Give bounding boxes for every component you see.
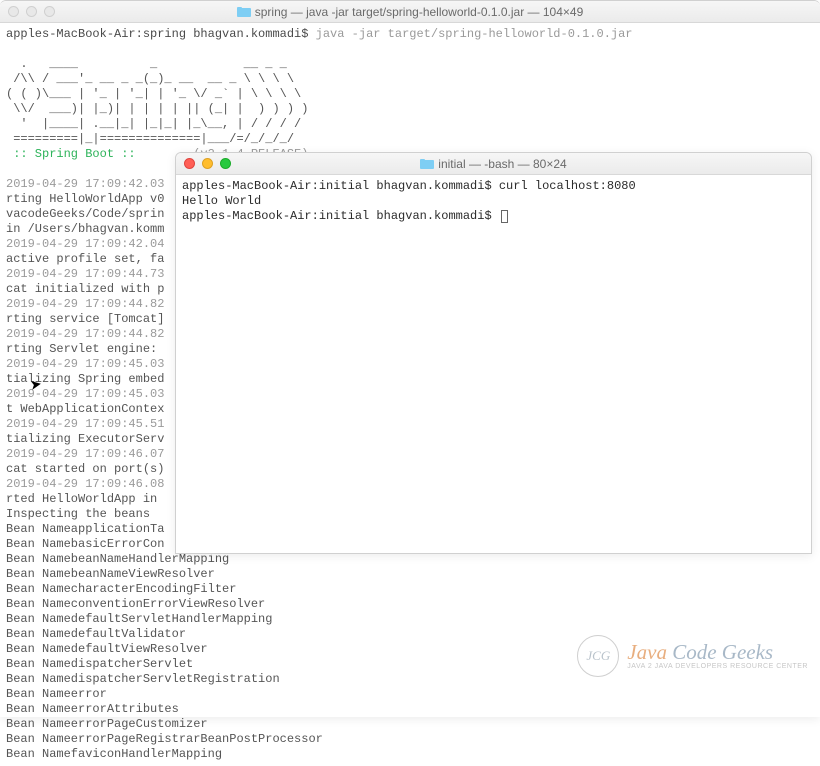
titlebar-front[interactable]: initial — -bash — 80×24 xyxy=(176,153,811,175)
watermark-badge-icon: JCG xyxy=(577,635,619,677)
watermark-text: Java Code Geeks JAVA 2 JAVA DEVELOPERS R… xyxy=(627,641,808,670)
traffic-lights-back xyxy=(8,6,55,17)
close-icon[interactable] xyxy=(184,158,195,169)
log-line: cat started on port(s) xyxy=(6,462,164,476)
log-line: tializing ExecutorServ xyxy=(6,432,164,446)
prompt-front-2: apples-MacBook-Air:initial bhagvan.komma… xyxy=(182,209,499,223)
maximize-icon[interactable] xyxy=(220,158,231,169)
log-line: Bean NamebeanNameHandlerMapping xyxy=(6,552,229,566)
log-line: in /Users/bhagvan.komm xyxy=(6,222,164,236)
prompt-back: apples-MacBook-Air:spring bhagvan.kommad… xyxy=(6,27,633,41)
terminal-window-initial[interactable]: initial — -bash — 80×24 apples-MacBook-A… xyxy=(175,152,812,554)
log-line: Bean Nameerror xyxy=(6,687,107,701)
log-line: Bean NameerrorPageCustomizer xyxy=(6,717,208,731)
log-line: Bean NamefaviconHandlerMapping xyxy=(6,747,222,761)
folder-icon xyxy=(237,6,251,17)
log-line: rting HelloWorldApp v0 xyxy=(6,192,164,206)
minimize-icon[interactable] xyxy=(26,6,37,17)
log-line: Bean NamedispatcherServletRegistration xyxy=(6,672,280,686)
log-line: rting Servlet engine: xyxy=(6,342,164,356)
close-icon[interactable] xyxy=(8,6,19,17)
ascii-art-line: =========|_|==============|___/=/_/_/_/ xyxy=(6,132,294,146)
traffic-lights-front xyxy=(184,158,231,169)
log-line: Bean NamedefaultViewResolver xyxy=(6,642,208,656)
log-line: tializing Spring embed xyxy=(6,372,164,386)
log-line: Inspecting the beans xyxy=(6,507,157,521)
folder-icon xyxy=(420,158,434,169)
log-line: rting service [Tomcat] xyxy=(6,312,164,326)
cursor-block-icon xyxy=(501,210,508,223)
log-line: Bean NamedispatcherServlet xyxy=(6,657,193,671)
minimize-icon[interactable] xyxy=(202,158,213,169)
log-line: Bean NamebasicErrorCon xyxy=(6,537,164,551)
spring-boot-label: :: Spring Boot :: xyxy=(6,147,136,161)
ascii-art-line: \\/ ___)| |_)| | | | | || (_| | ) ) ) ) xyxy=(6,102,308,116)
log-line: active profile set, fa xyxy=(6,252,164,266)
log-line: cat initialized with p xyxy=(6,282,164,296)
log-line: Bean NamedefaultValidator xyxy=(6,627,186,641)
log-line: rted HelloWorldApp in xyxy=(6,492,164,506)
terminal-content-front[interactable]: apples-MacBook-Air:initial bhagvan.komma… xyxy=(176,175,811,228)
log-line: Bean NamedefaultServletHandlerMapping xyxy=(6,612,272,626)
log-line: Bean NameapplicationTa xyxy=(6,522,164,536)
prompt-front-1: apples-MacBook-Air:initial bhagvan.komma… xyxy=(182,179,636,193)
title-text-back: spring — java -jar target/spring-hellowo… xyxy=(255,5,584,19)
log-line: Bean NamecharacterEncodingFilter xyxy=(6,582,236,596)
log-line: Bean NameerrorPageRegistrarBeanPostProce… xyxy=(6,732,323,746)
title-text-front: initial — -bash — 80×24 xyxy=(438,157,566,171)
log-line: vacodeGeeks/Code/sprin xyxy=(6,207,164,221)
output-hello: Hello World xyxy=(182,194,261,208)
window-title-front: initial — -bash — 80×24 xyxy=(184,157,803,171)
ascii-art-line: ' |____| .__|_| |_|_| |_\__, | / / / / xyxy=(6,117,301,131)
ascii-art-line: ( ( )\___ | '_ | '_| | '_ \/ _` | \ \ \ … xyxy=(6,87,301,101)
ascii-art-line: . ____ _ __ _ _ xyxy=(6,57,287,71)
log-line: Bean NameerrorAttributes xyxy=(6,702,179,716)
maximize-icon[interactable] xyxy=(44,6,55,17)
watermark: JCG Java Code Geeks JAVA 2 JAVA DEVELOPE… xyxy=(577,635,808,677)
ascii-art-line: /\\ / ___'_ __ _ _(_)_ __ __ _ \ \ \ \ xyxy=(6,72,294,86)
log-line: Bean NameconventionErrorViewResolver xyxy=(6,597,265,611)
log-line: Bean NamebeanNameViewResolver xyxy=(6,567,215,581)
window-title-back: spring — java -jar target/spring-hellowo… xyxy=(8,5,812,19)
titlebar-back[interactable]: spring — java -jar target/spring-hellowo… xyxy=(0,1,820,23)
log-line: t WebApplicationContex xyxy=(6,402,164,416)
